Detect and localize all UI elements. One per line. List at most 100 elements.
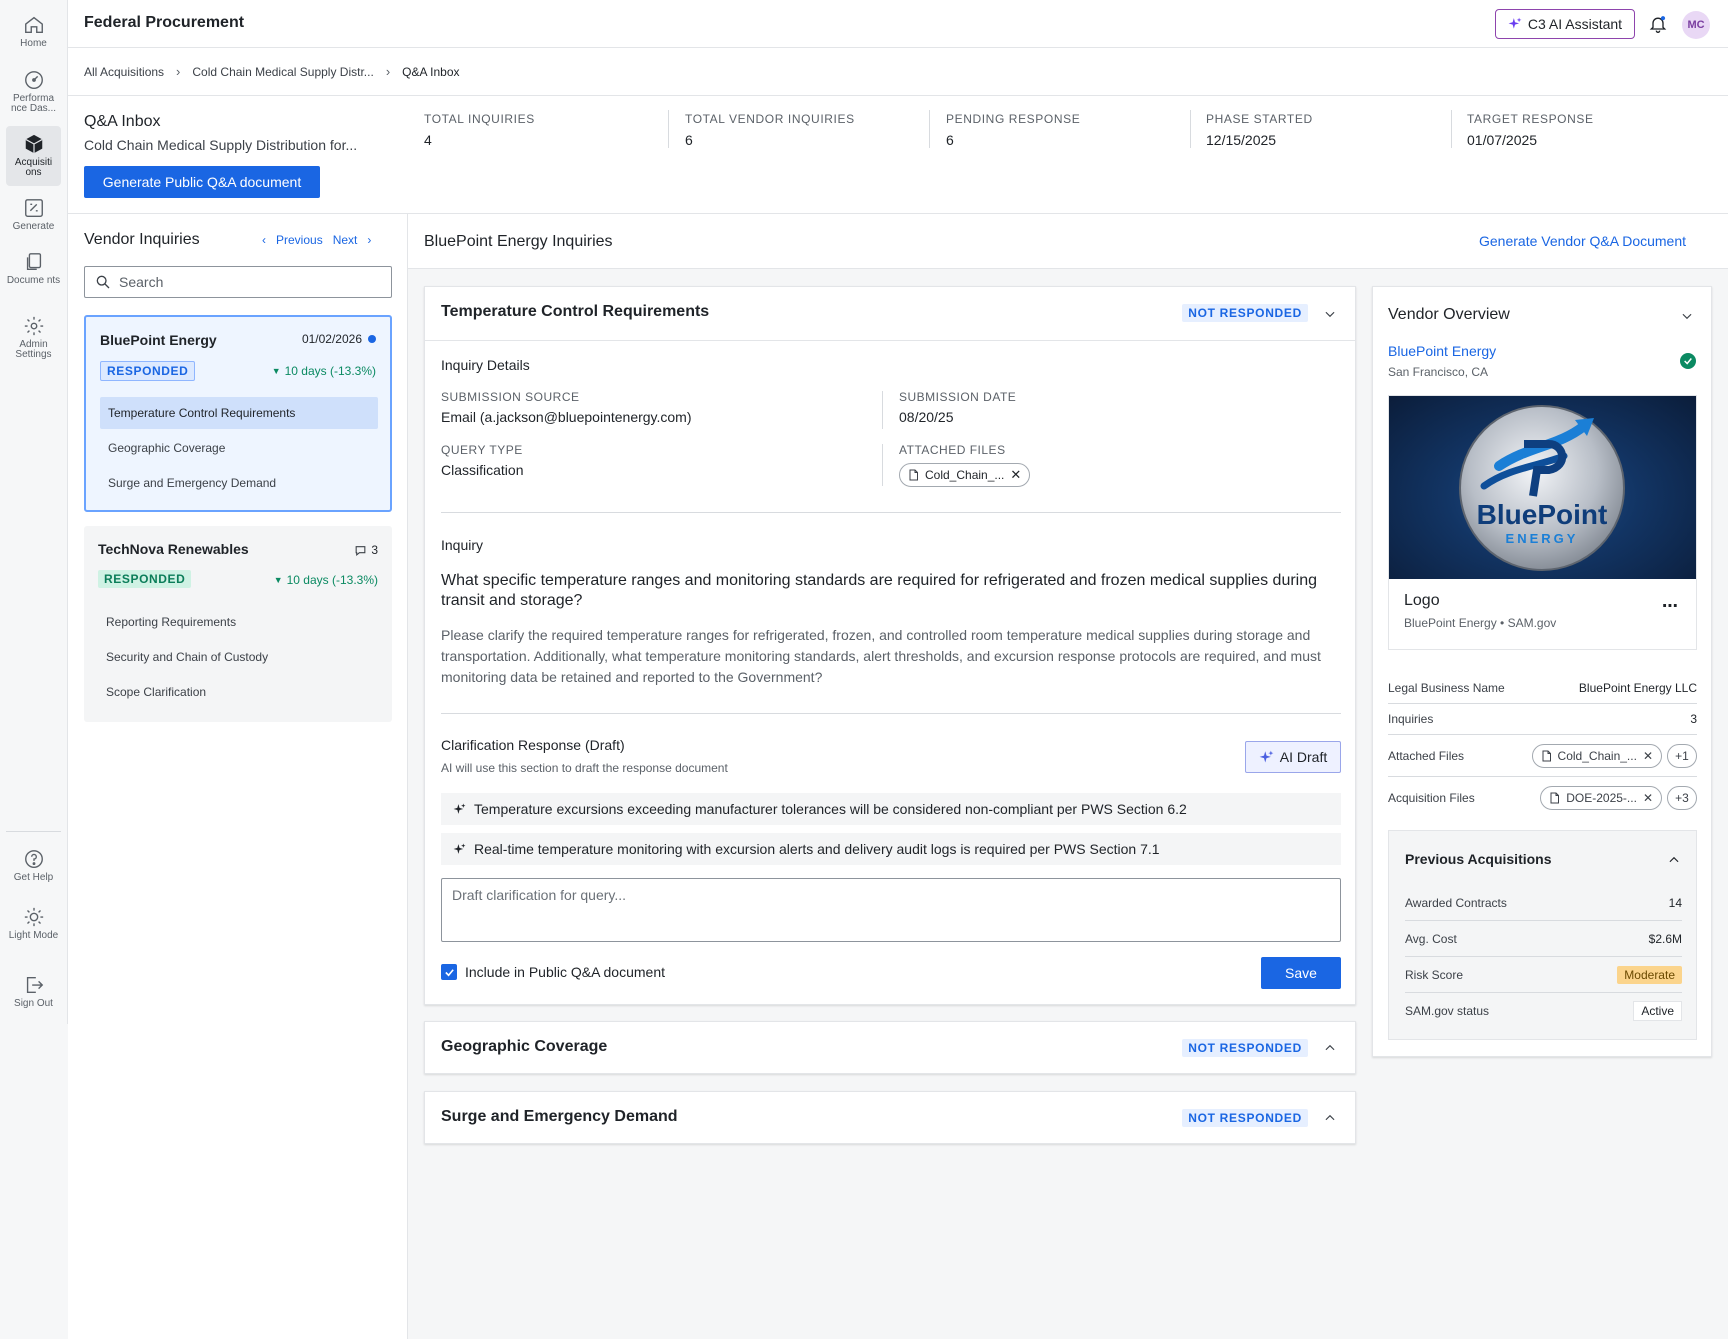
row-label: Legal Business Name bbox=[1388, 681, 1505, 695]
previous-acquisitions-title: Previous Acquisitions bbox=[1405, 851, 1552, 867]
stat-label: PHASE STARTED bbox=[1206, 112, 1313, 126]
generate-vendor-qa-link[interactable]: Generate Vendor Q&A Document bbox=[1479, 233, 1686, 249]
nav-light-mode[interactable]: Light Mode bbox=[6, 906, 61, 952]
bell-icon[interactable] bbox=[1648, 14, 1668, 34]
nav-signout-label: Sign Out bbox=[14, 998, 53, 1009]
inquiry-details-label: Inquiry Details bbox=[441, 357, 530, 373]
ai-assistant-button[interactable]: C3 AI Assistant bbox=[1495, 9, 1635, 39]
breadcrumb-all-acquisitions[interactable]: All Acquisitions bbox=[84, 65, 164, 79]
list-item[interactable]: Scope Clarification bbox=[98, 676, 376, 708]
stat-label: TARGET RESPONSE bbox=[1467, 112, 1594, 126]
ai-draft-button[interactable]: AI Draft bbox=[1245, 741, 1341, 773]
divider bbox=[68, 95, 1728, 96]
chevron-left-icon[interactable]: ‹ bbox=[262, 233, 266, 247]
list-item[interactable]: Reporting Requirements bbox=[98, 606, 376, 638]
trend-text: 10 days (-13.3%) bbox=[286, 573, 378, 587]
vendor-inquiries-heading: BluePoint Energy Inquiries bbox=[424, 233, 613, 250]
vendor-pager: ‹ Previous Next › bbox=[262, 233, 371, 247]
vendor-name-link[interactable]: BluePoint Energy bbox=[1388, 343, 1496, 359]
app-title: Federal Procurement bbox=[84, 14, 245, 31]
chevron-down-icon[interactable] bbox=[1323, 307, 1337, 321]
vendor-card-technova[interactable]: TechNova Renewables 3 RESPONDED ▼ 10 day… bbox=[84, 526, 392, 722]
nav-get-help[interactable]: Get Help bbox=[6, 848, 61, 884]
file-chip[interactable]: Cold_Chain_... ✕ bbox=[899, 463, 1031, 487]
checkbox-checked-icon[interactable] bbox=[441, 964, 457, 980]
avg-cost-row: Avg. Cost $2.6M bbox=[1405, 921, 1682, 957]
close-icon[interactable]: ✕ bbox=[1010, 467, 1021, 483]
chevron-up-icon[interactable] bbox=[1667, 853, 1681, 867]
list-item[interactable]: Geographic Coverage bbox=[100, 432, 378, 464]
row-value: 3 bbox=[1690, 712, 1697, 726]
next-button[interactable]: Next bbox=[333, 233, 358, 247]
stat-value: 4 bbox=[424, 132, 432, 148]
stat-total-vendor-inquiries: TOTAL VENDOR INQUIRIES 6 bbox=[685, 112, 855, 148]
caret-down-icon: ▼ bbox=[273, 575, 283, 585]
chevron-right-icon: › bbox=[176, 64, 181, 79]
legal-name-row: Legal Business Name BluePoint Energy LLC bbox=[1388, 673, 1697, 704]
previous-button[interactable]: Previous bbox=[276, 233, 323, 247]
chevron-up-icon[interactable] bbox=[1323, 1111, 1337, 1125]
close-icon[interactable]: ✕ bbox=[1643, 749, 1653, 763]
attached-files: ATTACHED FILES Cold_Chain_... ✕ bbox=[899, 443, 1031, 487]
previous-acquisitions-panel: Previous Acquisitions Awarded Contracts … bbox=[1388, 830, 1697, 1040]
vendor-card-bluepoint[interactable]: BluePoint Energy 01/02/2026 RESPONDED ▼ … bbox=[84, 315, 392, 512]
vendor-overview-title: Vendor Overview bbox=[1388, 306, 1510, 323]
nav-acquisitions[interactable]: Acquisiti ons bbox=[6, 126, 61, 186]
ai-suggestion[interactable]: Real-time temperature monitoring with ex… bbox=[441, 833, 1341, 865]
breadcrumb: All Acquisitions › Cold Chain Medical Su… bbox=[84, 64, 460, 79]
chevron-right-icon[interactable]: › bbox=[367, 233, 371, 247]
page-subtitle: Cold Chain Medical Supply Distribution f… bbox=[84, 137, 358, 153]
include-label: Include in Public Q&A document bbox=[465, 964, 666, 980]
file-chip[interactable]: DOE-2025-... ✕ bbox=[1540, 786, 1662, 810]
row-value: $2.6M bbox=[1648, 931, 1682, 946]
avatar[interactable]: MC bbox=[1682, 11, 1710, 39]
more-files-badge[interactable]: +1 bbox=[1667, 743, 1697, 768]
top-bar: Federal Procurement C3 AI Assistant MC bbox=[68, 0, 1728, 48]
ai-assistant-label: C3 AI Assistant bbox=[1527, 16, 1623, 32]
nav-home[interactable]: Home bbox=[6, 14, 61, 50]
ai-suggestion[interactable]: Temperature excursions exceeding manufac… bbox=[441, 793, 1341, 825]
nav-generate[interactable]: Generate bbox=[6, 197, 61, 233]
more-files-badge[interactable]: +3 bbox=[1667, 786, 1697, 810]
inquiry-title[interactable]: Temperature Control Requirements bbox=[441, 303, 709, 321]
file-chip[interactable]: Cold_Chain_... ✕ bbox=[1531, 743, 1662, 768]
inquiry-panel-surge[interactable]: Surge and Emergency Demand NOT RESPONDED bbox=[424, 1091, 1356, 1144]
list-item[interactable]: Surge and Emergency Demand bbox=[100, 467, 378, 499]
chevron-up-icon[interactable] bbox=[1323, 1041, 1337, 1055]
status-badge: NOT RESPONDED bbox=[1182, 304, 1308, 322]
home-icon bbox=[24, 16, 43, 34]
sign-out-icon bbox=[26, 976, 43, 994]
divider bbox=[668, 110, 669, 148]
file-name: Cold_Chain_... bbox=[1557, 748, 1637, 763]
nav-performance[interactable]: Performa nce Das... bbox=[6, 69, 61, 117]
divider bbox=[882, 444, 883, 486]
nav-light-label: Light Mode bbox=[8, 930, 59, 941]
more-options-icon[interactable]: ⋯ bbox=[1662, 596, 1679, 616]
generate-public-qa-button[interactable]: Generate Public Q&A document bbox=[84, 166, 320, 198]
save-button[interactable]: Save bbox=[1261, 957, 1341, 989]
list-item[interactable]: Security and Chain of Custody bbox=[98, 641, 376, 673]
comment-count: 3 bbox=[354, 543, 378, 557]
draft-hint: AI will use this section to draft the re… bbox=[441, 761, 728, 775]
inquiry-title[interactable]: Geographic Coverage bbox=[441, 1038, 607, 1056]
chevron-down-icon[interactable] bbox=[1680, 309, 1694, 323]
acquisition-files-row: Acquisition Files DOE-2025-... ✕ +3 bbox=[1388, 777, 1697, 819]
inquiry-title[interactable]: Surge and Emergency Demand bbox=[441, 1108, 678, 1126]
stat-value: 01/07/2025 bbox=[1467, 132, 1538, 148]
nav-sign-out[interactable]: Sign Out bbox=[6, 974, 61, 1010]
include-public-checkbox[interactable]: Include in Public Q&A document bbox=[441, 964, 665, 980]
nav-admin-settings[interactable]: Admin Settings bbox=[6, 315, 61, 361]
search-input[interactable] bbox=[119, 274, 369, 290]
breadcrumb-acquisition[interactable]: Cold Chain Medical Supply Distr... bbox=[192, 65, 373, 79]
page-title: Q&A Inbox bbox=[84, 113, 161, 130]
inquiry-detail-text: Please clarify the required temperature … bbox=[441, 627, 1321, 685]
nav-documents[interactable]: Docume nts bbox=[6, 251, 61, 297]
vendor-inquiries-title: Vendor Inquiries bbox=[84, 231, 200, 248]
attached-file-list: Cold_Chain_... ✕ bbox=[899, 463, 1031, 487]
stat-phase-started: PHASE STARTED 12/15/2025 bbox=[1206, 112, 1313, 148]
list-item[interactable]: Temperature Control Requirements bbox=[100, 397, 378, 429]
draft-textarea[interactable] bbox=[441, 878, 1341, 942]
close-icon[interactable]: ✕ bbox=[1643, 791, 1653, 805]
inquiry-list: Reporting Requirements Security and Chai… bbox=[98, 606, 376, 711]
inquiry-panel-geographic[interactable]: Geographic Coverage NOT RESPONDED bbox=[424, 1021, 1356, 1074]
